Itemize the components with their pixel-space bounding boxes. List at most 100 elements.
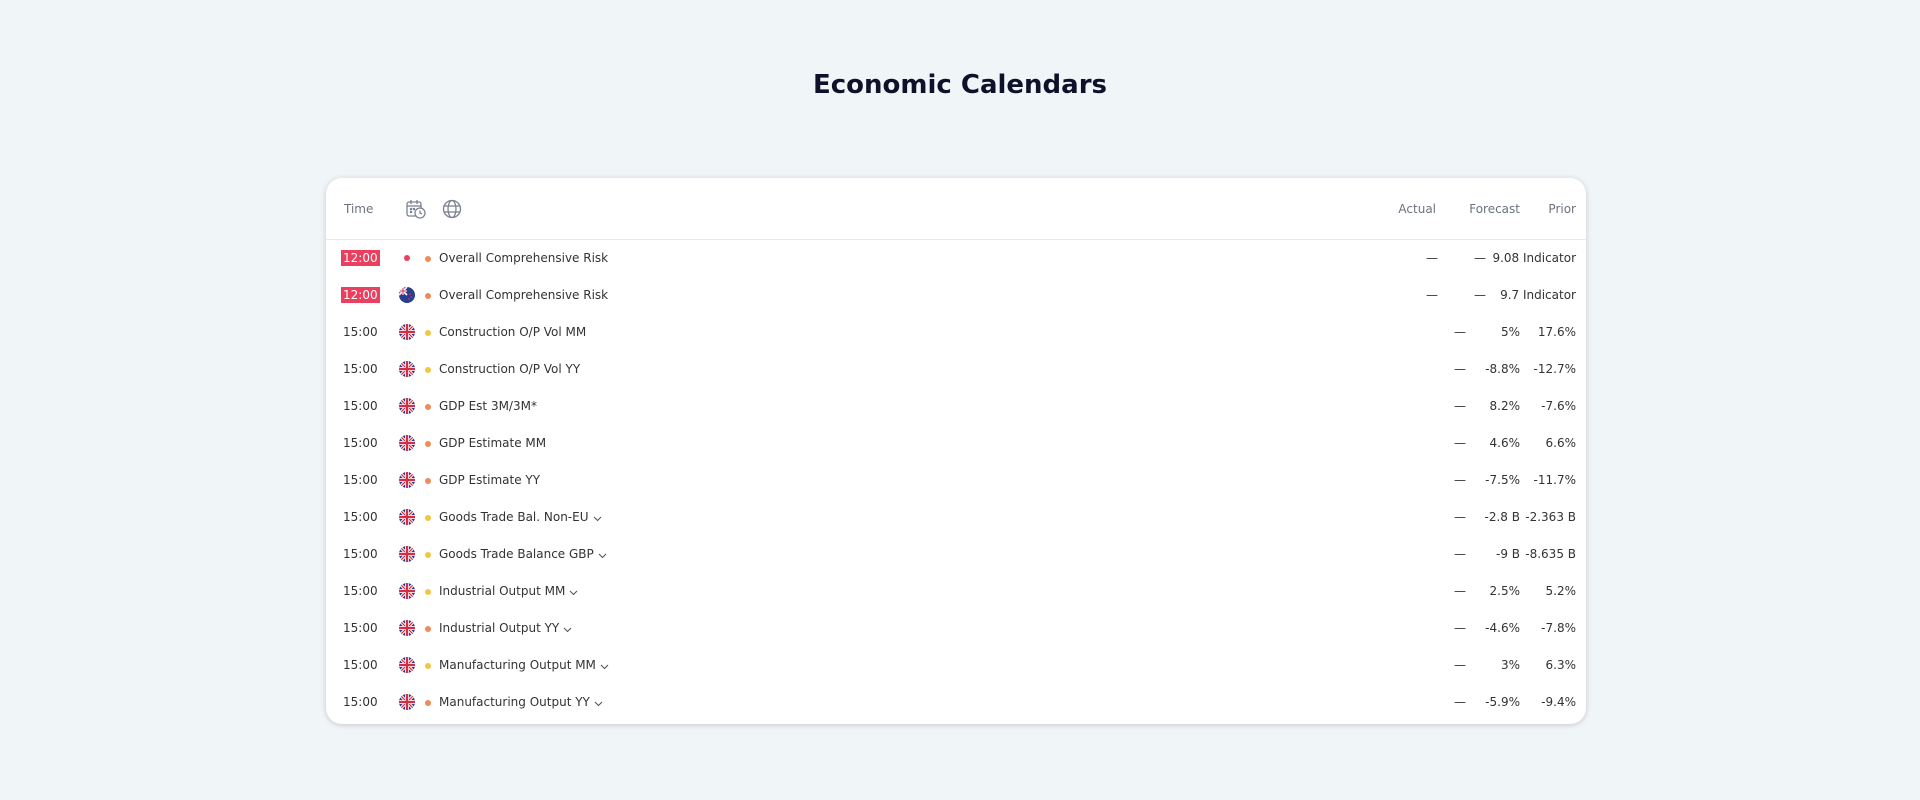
forecast-value: -5.9% <box>1485 695 1520 709</box>
event-time: 15:00 <box>343 547 378 561</box>
event-name[interactable]: Manufacturing Output YY <box>439 694 603 711</box>
actual-value: — <box>1426 251 1438 265</box>
importance-dot-icon <box>425 404 431 410</box>
prior-value: -7.8% <box>1541 621 1576 635</box>
importance-dot-icon <box>425 552 431 558</box>
chevron-down-icon[interactable] <box>598 547 607 563</box>
prior-value: 6.3% <box>1545 658 1577 672</box>
event-time: 12:00 <box>341 287 380 303</box>
event-name[interactable]: Industrial Output MM <box>439 583 578 600</box>
actual-value: — <box>1454 695 1466 709</box>
event-name-label: Industrial Output YY <box>439 621 560 635</box>
uk-flag-icon <box>399 583 415 599</box>
event-time: 15:00 <box>343 362 378 376</box>
chevron-down-icon[interactable] <box>569 584 578 600</box>
event-name[interactable]: Goods Trade Bal. Non-EU <box>439 509 602 526</box>
table-row[interactable]: 12:00 Overall Comprehensive Risk — — 9.7 Ind… <box>326 276 1586 313</box>
event-name-label: Construction O/P Vol MM <box>439 325 587 339</box>
event-time: 15:00 <box>343 399 378 413</box>
uk-flag-icon <box>399 398 415 414</box>
event-name-label: GDP Estimate MM <box>439 436 547 450</box>
event-time: 15:00 <box>343 695 378 709</box>
event-name-label: Overall Comprehensive Risk <box>439 251 609 265</box>
column-header-time: Time <box>344 202 374 216</box>
actual-value: — <box>1454 325 1466 339</box>
forecast-value: 4.6% <box>1489 436 1521 450</box>
calendar-filter-icon[interactable] <box>405 198 427 220</box>
chevron-down-icon[interactable] <box>600 658 609 674</box>
table-row[interactable]: 12:00 Overall Comprehensive Risk — — 9.08 In… <box>326 239 1586 276</box>
event-name[interactable]: Manufacturing Output MM <box>439 657 609 674</box>
chevron-down-icon[interactable] <box>593 510 602 526</box>
event-time: 15:00 <box>343 325 378 339</box>
uk-flag-icon <box>399 657 415 673</box>
actual-value: — <box>1454 584 1466 598</box>
event-name[interactable]: Overall Comprehensive Risk <box>439 287 608 303</box>
chevron-down-icon[interactable] <box>594 695 603 711</box>
table-row[interactable]: 15:00 GDP Estimate YY — -7.5% -11.7% <box>326 461 1586 498</box>
forecast-value: — <box>1474 251 1486 265</box>
prior-value: 6.6% <box>1545 436 1577 450</box>
event-name-label: Overall Comprehensive Risk <box>439 288 609 302</box>
table-row[interactable]: 15:00 Goods Trade Balance GBP — -9 B -8.635 … <box>326 535 1586 572</box>
forecast-value: 3% <box>1500 658 1520 672</box>
event-name[interactable]: Goods Trade Balance GBP <box>439 546 607 563</box>
uk-flag-icon <box>399 361 415 377</box>
chevron-down-icon[interactable] <box>563 621 572 637</box>
forecast-value: — <box>1474 288 1486 302</box>
event-name[interactable]: GDP Estimate MM <box>439 435 546 451</box>
event-time: 15:00 <box>343 621 378 635</box>
forecast-value: 5% <box>1500 325 1520 339</box>
event-name[interactable]: Construction O/P Vol MM <box>439 324 586 340</box>
event-time: 15:00 <box>343 510 378 524</box>
event-name[interactable]: GDP Est 3M/3M* <box>439 398 537 414</box>
actual-value: — <box>1454 658 1466 672</box>
event-name-label: Construction O/P Vol YY <box>439 362 581 376</box>
table-row[interactable]: 15:00 Construction O/P Vol YY — -8.8% -12.7% <box>326 350 1586 387</box>
event-name[interactable]: GDP Estimate YY <box>439 472 540 488</box>
event-time: 15:00 <box>343 658 378 672</box>
forecast-value: -4.6% <box>1485 621 1520 635</box>
table-row[interactable]: 15:00 GDP Estimate MM — 4.6% 6.6% <box>326 424 1586 461</box>
uk-flag-icon <box>399 435 415 451</box>
table-row[interactable]: 15:00 Manufacturing Output YY — -5.9% -9.4% <box>326 683 1586 720</box>
prior-value: -9.4% <box>1541 695 1576 709</box>
event-name-label: Goods Trade Balance GBP <box>439 547 594 561</box>
actual-value: — <box>1454 510 1466 524</box>
importance-dot-icon <box>425 367 431 373</box>
column-header-actual: Actual <box>1398 202 1436 216</box>
uk-flag-icon <box>399 546 415 562</box>
uk-flag-icon <box>399 694 415 710</box>
actual-value: — <box>1454 473 1466 487</box>
uk-flag-icon <box>399 509 415 525</box>
table-row[interactable]: 15:00 Construction O/P Vol MM — 5% 17.6% <box>326 313 1586 350</box>
event-name-label: Manufacturing Output MM <box>439 658 596 672</box>
importance-dot-icon <box>425 293 431 299</box>
table-row[interactable]: 15:00 Industrial Output MM — 2.5% 5.2% <box>326 572 1586 609</box>
red-dot-icon <box>399 250 415 266</box>
forecast-value: -9 B <box>1495 547 1520 561</box>
event-name-label: Goods Trade Bal. Non-EU <box>439 510 589 524</box>
prior-value: -12.7% <box>1533 362 1576 376</box>
forecast-value: 2.5% <box>1489 584 1521 598</box>
calendar-table: Time Actual Forecast Prior 12:00 Overall … <box>326 178 1586 724</box>
forecast-value: -2.8 B <box>1484 510 1520 524</box>
event-name-label: GDP Est 3M/3M* <box>439 399 537 413</box>
event-name[interactable]: Construction O/P Vol YY <box>439 361 580 377</box>
uk-flag-icon <box>399 472 415 488</box>
table-row[interactable]: 15:00 Industrial Output YY — -4.6% -7.8% <box>326 609 1586 646</box>
prior-value: 9.7 Indicator <box>1500 288 1576 302</box>
importance-dot-icon <box>425 700 431 706</box>
importance-dot-icon <box>425 626 431 632</box>
actual-value: — <box>1454 436 1466 450</box>
table-row[interactable]: 15:00 Goods Trade Bal. Non-EU — -2.8 B -2.36… <box>326 498 1586 535</box>
event-time: 15:00 <box>343 436 378 450</box>
forecast-value: -7.5% <box>1485 473 1520 487</box>
event-name[interactable]: Industrial Output YY <box>439 620 572 637</box>
table-row[interactable]: 15:00 GDP Est 3M/3M* — 8.2% -7.6% <box>326 387 1586 424</box>
actual-value: — <box>1454 621 1466 635</box>
event-list: 12:00 Overall Comprehensive Risk — — 9.08 In… <box>326 239 1586 720</box>
table-row[interactable]: 15:00 Manufacturing Output MM — 3% 6.3% <box>326 646 1586 683</box>
event-name[interactable]: Overall Comprehensive Risk <box>439 250 608 266</box>
globe-filter-icon[interactable] <box>441 198 463 220</box>
